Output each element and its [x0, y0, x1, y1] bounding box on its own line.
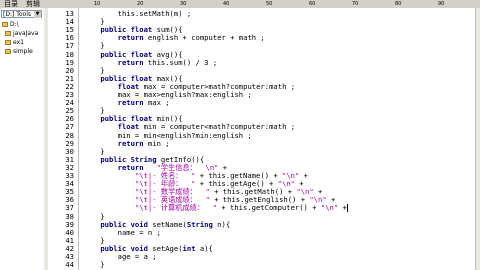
ruler-mark: 30	[180, 1, 187, 7]
folder-label: ex1	[13, 39, 24, 46]
code-editor[interactable]: this.setMath(m) ; } public float sum(){ …	[78, 8, 477, 270]
line-number: 44	[65, 260, 74, 270]
folder-item[interactable]: simple	[2, 47, 42, 56]
tab-directory[interactable]: 目录	[2, 0, 20, 8]
ruler-mark: 10	[94, 1, 101, 7]
folder-icon	[5, 40, 11, 45]
folder-item[interactable]: D:\	[2, 20, 42, 29]
ruler-mark: 60	[309, 1, 316, 7]
folder-label: simple	[13, 48, 33, 55]
ruler-mark: 40	[223, 1, 230, 7]
ruler-mark: 80	[395, 1, 402, 7]
file-browser-panel: [D:] Tools ▼ D:\ javaJava ex1 simple	[0, 8, 45, 270]
code-text: }	[83, 260, 105, 270]
folder-item[interactable]: ex1	[2, 38, 42, 47]
drive-label: [D:] Tools	[3, 11, 32, 18]
folder-icon	[2, 22, 8, 27]
ruler-mark: 50	[266, 1, 273, 7]
folder-label: D:\	[10, 21, 19, 28]
ruler-mark: 70	[352, 1, 359, 7]
chevron-down-icon[interactable]: ▼	[34, 11, 41, 18]
drive-selector[interactable]: [D:] Tools ▼	[1, 10, 42, 18]
code-line[interactable]: }	[79, 260, 477, 270]
editor-scrollbar[interactable]	[475, 8, 480, 270]
ruler-mark: 90	[438, 1, 445, 7]
folder-item[interactable]: javaJava	[2, 29, 42, 38]
tab-clip[interactable]: 剪辑	[24, 0, 42, 8]
folder-label: javaJava	[13, 30, 39, 37]
folder-icon	[5, 49, 11, 54]
ruler-mark: 20	[137, 1, 144, 7]
line-number-gutter: 13 14 15 16 17 18 19 20 21 22 23 24 25 26 27 28 29 30 31 32…	[48, 8, 78, 270]
folder-tree: D:\ javaJava ex1 simple	[2, 20, 42, 56]
column-ruler: 10 20 30 40 50 60 70 80 90	[80, 0, 476, 8]
folder-icon	[5, 31, 11, 36]
